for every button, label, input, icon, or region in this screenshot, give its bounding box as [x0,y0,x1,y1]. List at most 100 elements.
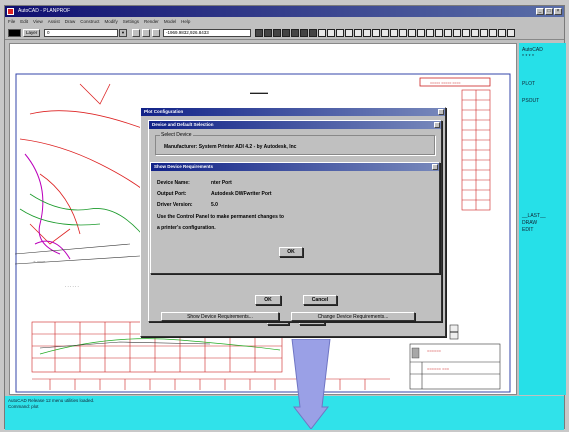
plot-configuration-title: Plot Configuration [141,108,445,116]
show-device-requirements-button[interactable]: Show Device Requirements... [161,312,279,321]
svg-text:===== ===== ====: ===== ===== ==== [430,81,461,85]
tool-button[interactable] [435,29,443,37]
menu-render[interactable]: Render [144,19,159,24]
side-item-last[interactable]: __LAST__ [522,213,546,219]
tool-button[interactable] [507,29,515,37]
layer-button[interactable]: Layer [23,29,41,37]
svg-text:▬▬▬▬: ▬▬▬▬ [250,90,269,95]
side-item-edit[interactable]: EDIT [522,227,533,233]
menu-edit[interactable]: Edit [20,19,28,24]
tool-button[interactable] [336,29,344,37]
color-swatch[interactable] [8,29,21,37]
tool-button[interactable] [291,29,299,37]
tool-button[interactable] [264,29,272,37]
menu-view[interactable]: View [33,19,43,24]
tool-button[interactable] [417,29,425,37]
output-port-value: Autodesk DWFwriter Port [211,191,272,197]
menu-help[interactable]: Help [181,19,190,24]
autocad-window: AutoCAD - PLANPROF _ □ × File Edit View … [4,5,566,430]
device-name-value: nter Port [211,180,232,186]
snap-toggle[interactable] [142,29,150,37]
paper-toggle[interactable] [152,29,160,37]
requirements-ok-button[interactable]: OK [279,247,303,257]
svg-text:====== ===: ====== === [427,366,450,371]
tool-button[interactable] [282,29,290,37]
svg-text:======: ====== [427,348,442,353]
change-device-requirements-button[interactable]: Change Device Requirements... [291,312,415,321]
window-title: AutoCAD - PLANPROF [18,8,71,14]
side-screen-menu: AutoCAD * * * * PLOT PSOUT __LAST__ DRAW… [519,43,566,395]
tool-button[interactable] [345,29,353,37]
menu-settings[interactable]: Settings [123,19,139,24]
tool-button[interactable] [462,29,470,37]
tool-button[interactable] [381,29,389,37]
tool-button[interactable] [399,29,407,37]
svg-text:. . . . . .: . . . . . . [65,283,79,288]
chevron-down-icon[interactable]: ▼ [119,29,127,37]
menu-draw[interactable]: Draw [65,19,76,24]
side-item-stars[interactable]: * * * * [522,54,534,60]
close-icon[interactable] [432,164,438,170]
cancel-button[interactable]: Cancel [303,295,337,305]
side-item-plot[interactable]: PLOT [522,81,535,87]
command-prompt-line: Command: plot [8,404,39,409]
tool-button[interactable] [390,29,398,37]
menu-assist[interactable]: Assist [48,19,60,24]
tool-button[interactable] [426,29,434,37]
tool-button[interactable] [372,29,380,37]
tool-strip [255,29,515,37]
side-item-draw[interactable]: DRAW [522,220,537,226]
close-icon[interactable] [434,122,440,128]
tool-button[interactable] [471,29,479,37]
show-device-requirements-dialog: Show Device Requirements Device Name: nt… [150,162,440,274]
minimize-icon[interactable]: _ [536,8,544,15]
side-item-psout[interactable]: PSOUT [522,98,539,104]
menu-modify[interactable]: Modify [105,19,118,24]
tool-button[interactable] [363,29,371,37]
requirements-title: Show Device Requirements [151,163,439,171]
layer-combo[interactable]: 0 [44,29,118,37]
tool-button[interactable] [480,29,488,37]
tool-button[interactable] [498,29,506,37]
tool-button[interactable] [255,29,263,37]
tool-button[interactable] [318,29,326,37]
command-line[interactable]: AutoCAD Release 12 menu utilities loaded… [5,396,564,415]
close-icon[interactable]: × [554,8,562,15]
menu-model[interactable]: Model [164,19,176,24]
select-device-label: Select Device [160,132,193,138]
tool-button[interactable] [444,29,452,37]
tool-button[interactable] [489,29,497,37]
tool-button[interactable] [300,29,308,37]
close-icon[interactable] [438,109,444,115]
manufacturer-text: Manufacturer: System Printer ADI 4.2 - b… [164,144,297,150]
tool-button[interactable] [354,29,362,37]
tool-button[interactable] [408,29,416,37]
note-line-2: a printer's configuration. [157,225,216,231]
device-name-label: Device Name: [157,180,190,186]
menu-bar: File Edit View Assist Draw Construct Mod… [5,17,564,26]
window-controls: _ □ × [536,8,562,15]
tool-button[interactable] [309,29,317,37]
tool-button[interactable] [453,29,461,37]
tool-button[interactable] [273,29,281,37]
side-item-autocad[interactable]: AutoCAD [522,47,543,53]
app-icon[interactable] [7,8,14,15]
output-port-label: Output Port: [157,191,187,197]
menu-file[interactable]: File [8,19,15,24]
select-device-group: Select Device Manufacturer: System Print… [155,132,435,155]
maximize-icon[interactable]: □ [545,8,553,15]
drawing-canvas[interactable]: → —— . . . . . . ====== ====== === ▬▬▬▬ … [9,43,517,395]
note-line-1: Use the Control Panel to make permanent … [157,214,284,220]
svg-text:→ ——: → —— [32,258,45,263]
title-bar: AutoCAD - PLANPROF _ □ × [5,6,564,17]
tool-button[interactable] [327,29,335,37]
menu-construct[interactable]: Construct [80,19,99,24]
status-strip [5,415,564,430]
ortho-toggle[interactable] [132,29,140,37]
driver-version-value: 5.0 [211,202,218,208]
toolbar: Layer 0 ▼ -1969.9832,926.8433 [5,26,564,40]
pointer-arrow-icon [291,339,331,429]
ok-button[interactable]: OK [255,295,281,305]
coordinate-display: -1969.9832,926.8433 [163,29,251,37]
driver-version-label: Driver Version: [157,202,193,208]
